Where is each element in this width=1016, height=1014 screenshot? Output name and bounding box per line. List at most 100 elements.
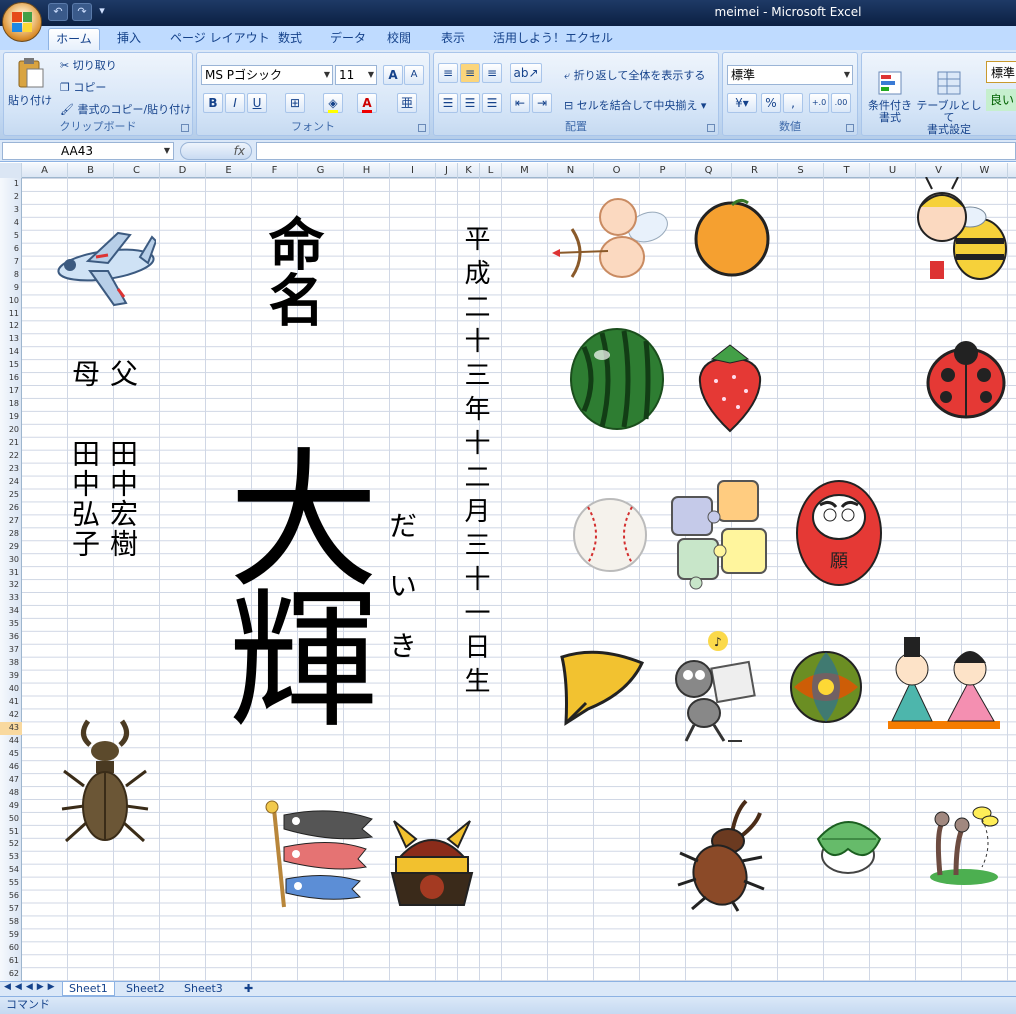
wrap-text-button[interactable]: ⤶ 折り返して全体を表示する (564, 67, 705, 83)
row-header[interactable]: 14 (0, 346, 22, 359)
row-header[interactable]: 44 (0, 735, 22, 748)
underline-button[interactable]: U (247, 93, 267, 113)
row-header[interactable]: 32 (0, 579, 22, 592)
align-bottom-button[interactable]: ≡ (482, 63, 502, 83)
grow-font-button[interactable]: A (383, 65, 403, 85)
strawberry-icon[interactable] (694, 341, 766, 435)
temari-ball-icon[interactable] (788, 649, 864, 725)
name-box[interactable]: AA43 ▼ (2, 142, 174, 160)
row-header[interactable]: 46 (0, 761, 22, 774)
row-header[interactable]: 62 (0, 968, 22, 981)
row-header[interactable]: 50 (0, 813, 22, 826)
qat-customize-button[interactable]: ▾ (96, 3, 108, 21)
row-header[interactable]: 8 (0, 269, 22, 282)
shrink-font-button[interactable]: A (404, 65, 424, 85)
border-button[interactable]: ⊞ (285, 93, 305, 113)
puzzle-pieces-icon[interactable] (664, 477, 774, 595)
row-header[interactable]: 5 (0, 230, 22, 243)
column-header-N[interactable]: N (548, 163, 594, 178)
paste-button[interactable]: 貼り付け (8, 57, 52, 108)
column-header-C[interactable]: C (114, 163, 160, 178)
row-header[interactable]: 11 (0, 308, 22, 321)
column-header-K[interactable]: K (458, 163, 480, 178)
row-header[interactable]: 27 (0, 515, 22, 528)
column-header-Q[interactable]: Q (686, 163, 732, 178)
cupid-icon[interactable] (552, 193, 676, 289)
font-size-select[interactable]: 11 ▼ (335, 65, 377, 85)
row-header[interactable]: 60 (0, 942, 22, 955)
row-header[interactable]: 41 (0, 696, 22, 709)
row-header[interactable]: 16 (0, 372, 22, 385)
kabuto-helmet-icon[interactable] (386, 817, 478, 909)
sheet-tab-2[interactable]: Sheet2 (120, 982, 171, 996)
row-header[interactable]: 57 (0, 903, 22, 916)
row-header[interactable]: 3 (0, 204, 22, 217)
row-header[interactable]: 43 (0, 721, 22, 735)
copy-button[interactable]: ❐ コピー (60, 79, 106, 95)
row-header[interactable]: 26 (0, 502, 22, 515)
number-format-select[interactable]: 標準 ▼ (727, 65, 853, 85)
column-header-V[interactable]: V (916, 163, 962, 178)
style-normal-box[interactable]: 標準 (986, 61, 1016, 83)
row-header[interactable]: 15 (0, 359, 22, 372)
stag-beetle-icon[interactable] (58, 711, 152, 853)
merge-center-button[interactable]: ⊟ セルを結合して中央揃え ▾ (564, 97, 706, 113)
column-header-A[interactable]: A (22, 163, 68, 178)
format-as-table-button[interactable]: テーブルとして 書式設定 (916, 57, 982, 148)
row-header[interactable]: 20 (0, 424, 22, 437)
font-launcher[interactable] (418, 124, 426, 132)
row-header[interactable]: 39 (0, 670, 22, 683)
align-right-button[interactable]: ☰ (482, 93, 502, 113)
row-header[interactable]: 53 (0, 851, 22, 864)
row-header[interactable]: 47 (0, 774, 22, 787)
column-header-G[interactable]: G (298, 163, 344, 178)
tab-review[interactable]: 校閲 (381, 28, 417, 50)
airplane-icon[interactable] (48, 227, 156, 311)
redo-button[interactable]: ↷ (72, 3, 92, 21)
align-center-button[interactable]: ☰ (460, 93, 480, 113)
row-header[interactable]: 38 (0, 657, 22, 670)
style-good-box[interactable]: 良い (986, 89, 1016, 111)
column-header-M[interactable]: M (502, 163, 548, 178)
row-header[interactable]: 17 (0, 385, 22, 398)
column-header-B[interactable]: B (68, 163, 114, 178)
sheet-nav-arrows-icon[interactable]: ◀◀◀▶▶ (4, 982, 59, 992)
hina-dolls-icon[interactable] (884, 633, 1004, 731)
column-header-P[interactable]: P (640, 163, 686, 178)
decrease-decimal-button[interactable]: .00 (831, 93, 851, 113)
comma-button[interactable]: , (783, 93, 803, 113)
baseball-icon[interactable] (570, 495, 650, 575)
column-header-E[interactable]: E (206, 163, 252, 178)
align-top-button[interactable]: ≡ (438, 63, 458, 83)
font-color-button[interactable]: A (357, 93, 377, 113)
cut-button[interactable]: ✂ 切り取り (60, 57, 117, 73)
column-header-D[interactable]: D (160, 163, 206, 178)
daruma-icon[interactable]: 願 (794, 475, 884, 587)
row-header[interactable]: 34 (0, 605, 22, 618)
row-header[interactable]: 42 (0, 709, 22, 722)
row-header[interactable]: 45 (0, 748, 22, 761)
row-header[interactable]: 25 (0, 489, 22, 502)
row-header[interactable]: 2 (0, 191, 22, 204)
font-name-select[interactable]: MS Pゴシック ▼ (201, 65, 333, 85)
column-header-L[interactable]: L (480, 163, 502, 178)
italic-button[interactable]: I (225, 93, 245, 113)
clipboard-launcher[interactable] (181, 124, 189, 132)
row-header[interactable]: 29 (0, 541, 22, 554)
tab-view[interactable]: 表示 (435, 28, 471, 50)
kashiwa-mochi-icon[interactable] (812, 809, 886, 879)
column-header-I[interactable]: I (390, 163, 436, 178)
tab-page-layout[interactable]: ページ レイアウト (164, 28, 276, 50)
row-header[interactable]: 19 (0, 411, 22, 424)
row-header[interactable]: 56 (0, 890, 22, 903)
row-header[interactable]: 40 (0, 683, 22, 696)
formula-input[interactable] (256, 142, 1016, 160)
office-button[interactable] (2, 2, 42, 42)
rhinoceros-beetle-icon[interactable] (676, 797, 768, 913)
increase-decimal-button[interactable]: +.0 (809, 93, 829, 113)
tab-home[interactable]: ホーム (48, 28, 100, 50)
phonetic-button[interactable]: 亜 (397, 93, 417, 113)
row-header[interactable]: 30 (0, 554, 22, 567)
snail-flower-icon[interactable] (926, 803, 1000, 887)
row-header[interactable]: 7 (0, 256, 22, 269)
